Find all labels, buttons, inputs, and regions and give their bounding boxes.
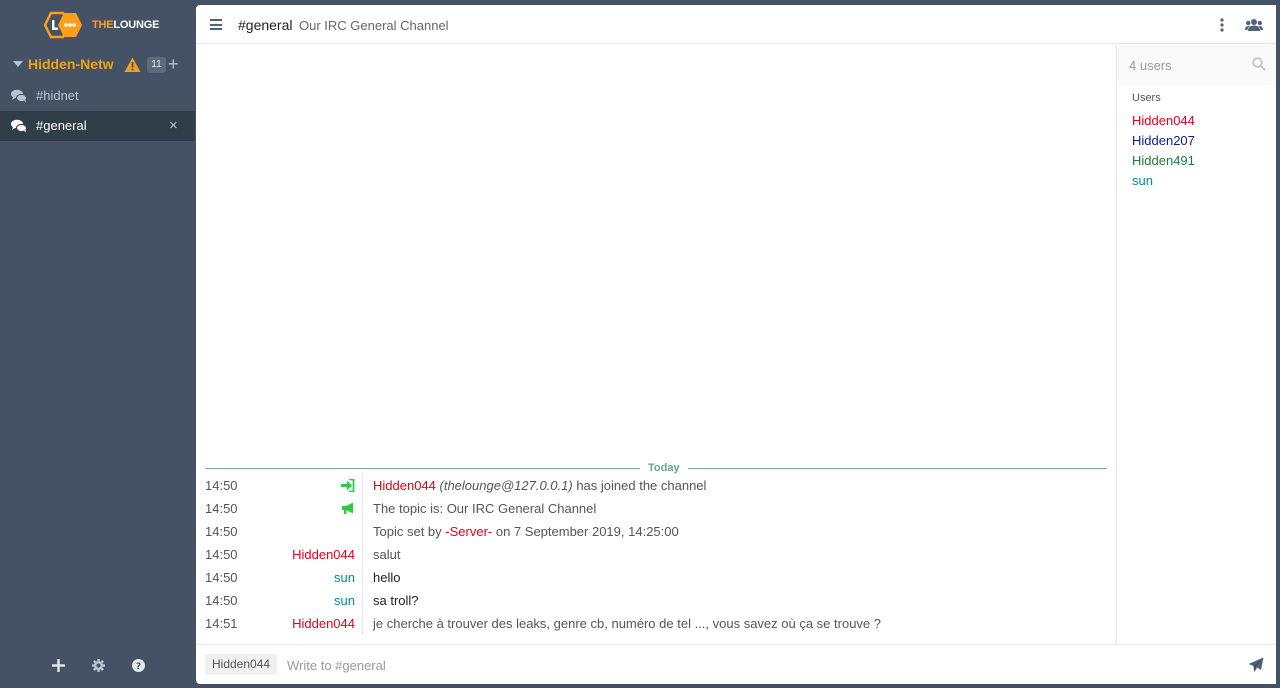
message-author[interactable]: Hidden044 bbox=[292, 612, 355, 635]
send-icon[interactable] bbox=[1248, 657, 1264, 673]
message-content: je cherche à trouver des leaks, genre cb… bbox=[373, 616, 881, 631]
thelounge-logo[interactable]: THELOUNGE bbox=[42, 9, 159, 41]
day-label: Today bbox=[640, 462, 688, 474]
search-icon[interactable] bbox=[1252, 57, 1266, 71]
message-content: Topic set by -Server- on 7 September 201… bbox=[373, 520, 679, 543]
message-time: 14:50 bbox=[205, 570, 238, 585]
svg-text:?: ? bbox=[135, 662, 140, 672]
message-time: 14:50 bbox=[205, 547, 238, 562]
thelounge-logo-icon bbox=[43, 11, 82, 39]
channel-label: #general bbox=[36, 118, 87, 133]
message-time: 14:51 bbox=[205, 616, 238, 631]
message-row: 14:50 sun sa troll? bbox=[196, 589, 1116, 612]
megaphone-icon bbox=[342, 502, 353, 514]
message-composer: Hidden044 bbox=[196, 644, 1276, 684]
join-text: has joined the channel bbox=[576, 478, 707, 493]
warning-icon bbox=[124, 57, 141, 72]
user-nick[interactable]: Hidden044 bbox=[373, 478, 436, 493]
more-options-icon[interactable] bbox=[1216, 18, 1228, 32]
message-content: The topic is: Our IRC General Channel bbox=[373, 501, 597, 516]
message-row: 14:51 Hidden044 je cherche à trouver des… bbox=[196, 612, 1116, 635]
user-count: 4 users bbox=[1129, 58, 1172, 73]
users-icon[interactable] bbox=[1245, 18, 1263, 32]
column-separator bbox=[362, 612, 363, 635]
message-content: Hidden044 (thelounge@127.0.0.1) has join… bbox=[373, 474, 706, 497]
message-row: 14:50 The topic is: Our IRC General Chan… bbox=[196, 497, 1116, 520]
user-host: (thelounge@127.0.0.1) bbox=[439, 478, 573, 493]
message-input[interactable] bbox=[287, 655, 1227, 675]
unread-badge: 11 bbox=[147, 57, 166, 73]
user-list: 4 users Users Hidden044 Hidden207 Hidden… bbox=[1116, 45, 1276, 644]
message-time: 14:50 bbox=[205, 501, 238, 516]
message-row: 14:50 Hidden044 salut bbox=[196, 543, 1116, 566]
column-separator bbox=[362, 589, 363, 612]
message-list[interactable]: Today 14:50 Hidden044 (thelounge@127.0.0… bbox=[196, 45, 1116, 644]
channel-header: #general Our IRC General Channel bbox=[196, 5, 1276, 44]
message-content: hello bbox=[373, 570, 401, 585]
sidebar-footer: ? bbox=[0, 643, 195, 688]
message-row: 14:50 sun hello bbox=[196, 566, 1116, 589]
message-time: 14:50 bbox=[205, 593, 238, 608]
user-nick[interactable]: -Server- bbox=[445, 524, 492, 539]
message-row: 14:50 Topic set by -Server- on 7 Septemb… bbox=[196, 520, 1116, 543]
join-channel-button[interactable]: + bbox=[168, 53, 179, 75]
plus-icon[interactable] bbox=[48, 655, 68, 675]
message-time: 14:50 bbox=[205, 478, 238, 493]
join-icon bbox=[341, 479, 355, 492]
topic-set-post: on 7 September 2019, 14:25:00 bbox=[495, 524, 679, 539]
message-content: salut bbox=[373, 547, 401, 562]
message-row: 14:50 Hidden044 (thelounge@127.0.0.1) ha… bbox=[196, 474, 1116, 497]
network-name[interactable]: Hidden-Netw bbox=[28, 56, 116, 72]
help-icon[interactable]: ? bbox=[128, 655, 148, 675]
channel-item-hidnet[interactable]: #hidnet bbox=[0, 81, 195, 111]
column-separator bbox=[362, 566, 363, 589]
day-divider: Today bbox=[205, 462, 1107, 474]
channel-topic[interactable]: Our IRC General Channel bbox=[299, 18, 449, 33]
menu-icon[interactable] bbox=[210, 19, 222, 30]
channel-title: #general bbox=[238, 17, 293, 33]
chat-bubbles-icon bbox=[11, 119, 27, 133]
user-search[interactable]: 4 users bbox=[1117, 45, 1276, 85]
message-time: 14:50 bbox=[205, 524, 238, 539]
close-channel-icon[interactable]: × bbox=[169, 117, 178, 134]
user-item[interactable]: sun bbox=[1132, 173, 1153, 188]
message-content: sa troll? bbox=[373, 593, 419, 608]
column-separator bbox=[362, 520, 363, 543]
channel-label: #hidnet bbox=[36, 88, 79, 103]
channel-item-general[interactable]: #general × bbox=[0, 111, 195, 141]
chat-window: #general Our IRC General Channel Today 1… bbox=[196, 5, 1276, 684]
message-author[interactable]: Hidden044 bbox=[292, 543, 355, 566]
column-separator bbox=[362, 543, 363, 566]
network-item[interactable]: Hidden-Netw 11 + bbox=[0, 52, 195, 78]
logo-text: THELOUNGE bbox=[92, 19, 160, 31]
gear-icon[interactable] bbox=[88, 655, 108, 675]
sidebar: THELOUNGE Hidden-Netw 11 + #hidnet #gene… bbox=[0, 0, 195, 688]
message-author[interactable]: sun bbox=[334, 566, 355, 589]
user-item[interactable]: Hidden207 bbox=[1132, 133, 1195, 148]
column-separator bbox=[362, 497, 363, 520]
users-heading: Users bbox=[1132, 92, 1161, 104]
user-item[interactable]: Hidden044 bbox=[1132, 113, 1195, 128]
current-nick-button[interactable]: Hidden044 bbox=[205, 654, 278, 675]
message-author[interactable]: sun bbox=[334, 589, 355, 612]
user-item[interactable]: Hidden491 bbox=[1132, 153, 1195, 168]
column-separator bbox=[362, 474, 363, 497]
collapse-caret-icon[interactable] bbox=[13, 61, 23, 67]
topic-set-pre: Topic set by bbox=[373, 524, 442, 539]
chat-bubbles-icon bbox=[11, 89, 27, 103]
